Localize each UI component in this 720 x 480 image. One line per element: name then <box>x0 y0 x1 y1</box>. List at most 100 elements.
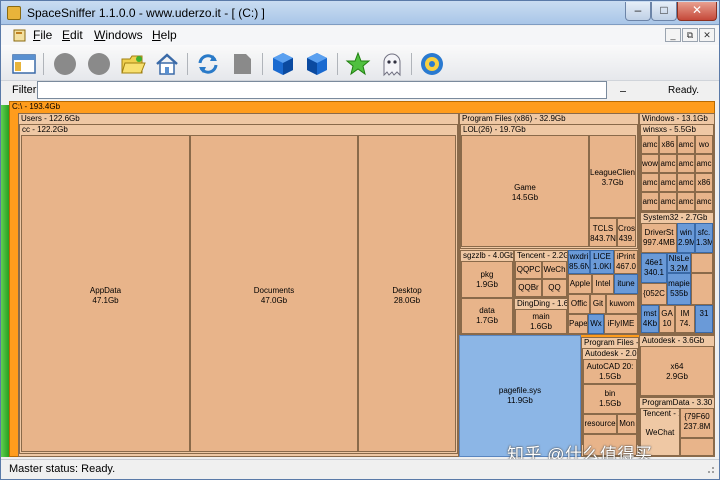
filter-input[interactable] <box>37 81 607 99</box>
settings-icon[interactable] <box>419 51 445 77</box>
winsxs-cell[interactable]: amc <box>659 154 677 173</box>
menu-help[interactable]: Help <box>152 28 177 42</box>
mon-name: Mon <box>619 419 635 428</box>
folder-pd-misc[interactable] <box>680 438 714 456</box>
file-sfc[interactable]: sfc. 1.3M <box>695 223 713 253</box>
folder-mon[interactable]: Mon <box>617 414 637 434</box>
winsxs-cell[interactable]: amc <box>641 135 659 154</box>
menu-file[interactable]: File <box>33 28 52 42</box>
winsxs-cell[interactable]: amc <box>677 192 695 211</box>
winsxs-cell[interactable]: amc <box>641 173 659 192</box>
file-pagefile[interactable]: pagefile.sys 11.9Gb <box>459 335 581 457</box>
menu-windows[interactable]: Windows <box>94 28 143 42</box>
back-icon[interactable] <box>52 51 78 77</box>
folder-main[interactable]: main 1.6Gb <box>515 309 567 334</box>
folder-apple[interactable]: Apple <box>568 274 592 294</box>
folder-s32-misc[interactable] <box>691 253 713 273</box>
document-icon[interactable] <box>229 51 255 77</box>
cube-outline-icon[interactable] <box>304 51 330 77</box>
winsxs-cell[interactable]: amc <box>659 173 677 192</box>
winsxs-cell[interactable]: x86 <box>695 173 713 192</box>
folder-intel[interactable]: Intel <box>592 274 614 294</box>
maximize-button[interactable]: □ <box>651 2 677 21</box>
winsxs-cell[interactable]: amc <box>677 154 695 173</box>
winsxs-cell-label: amc <box>678 159 694 168</box>
home-icon[interactable] <box>154 51 180 77</box>
folder-driverstore[interactable]: DriverSt 997.4MB <box>641 223 677 253</box>
winsxs-cell-label: amc <box>696 197 712 206</box>
forward-icon[interactable] <box>86 51 112 77</box>
folder-open-icon[interactable] <box>120 51 146 77</box>
folder-iflyime[interactable]: iFlyIME <box>604 314 638 334</box>
treemap-view[interactable]: C:\ - 193.4Gb Users - 122.6Gb cc - 122.2… <box>9 101 715 457</box>
pkg-size: 1.9Gb <box>476 280 498 289</box>
folder-itune[interactable]: itune <box>614 274 638 294</box>
folder-s32-misc-2[interactable] <box>691 273 713 305</box>
folder-bin[interactable]: bin 1.5Gb <box>583 384 637 414</box>
folder-data[interactable]: data 1.7Gb <box>461 298 513 334</box>
folder-appdata[interactable]: AppData 47.1Gb <box>21 135 190 452</box>
folder-autocad[interactable]: AutoCAD 20: 1.5Gb <box>583 359 637 384</box>
folder-office[interactable]: Offic <box>568 294 590 314</box>
new-view-icon[interactable] <box>11 51 37 77</box>
cube-icon[interactable] <box>270 51 296 77</box>
cc-label: cc - 122.2Gb <box>22 125 68 134</box>
winsxs-cell-label: wow <box>642 159 659 168</box>
file-win[interactable]: win 2.9M <box>677 223 695 253</box>
mdi-close-button[interactable]: ✕ <box>699 28 715 42</box>
folder-qq[interactable]: QQ <box>542 279 567 297</box>
file-mst[interactable]: mst 4Kb <box>641 305 659 333</box>
mdi-minimize-button[interactable]: _ <box>665 28 681 42</box>
folder-qqbr[interactable]: QQBr <box>515 279 542 297</box>
folder-ga[interactable]: GA 10 <box>659 305 675 333</box>
winsxs-cell[interactable]: amc <box>659 192 677 211</box>
winsxs-cell[interactable]: wo <box>695 135 713 154</box>
resize-grip-icon[interactable] <box>705 464 715 476</box>
refresh-icon[interactable] <box>195 51 221 77</box>
x64-name: x64 <box>670 362 684 371</box>
folder-wechat[interactable]: WeCh <box>542 261 567 279</box>
folder-46e1[interactable]: 46e1 340.1 <box>641 253 667 283</box>
winsxs-cell[interactable]: wow <box>641 154 659 173</box>
close-button[interactable]: ✕ <box>677 2 717 21</box>
folder-desktop[interactable]: Desktop 28.0Gb <box>358 135 456 452</box>
mdi-restore-button[interactable]: ⧉ <box>682 28 698 42</box>
folder-wxdr[interactable]: wxdri 85.6N <box>568 250 590 274</box>
file-31[interactable]: 31 <box>695 305 713 333</box>
dingding-label: DingDing - 1.6 <box>517 299 568 308</box>
system32-label: System32 - 2.7Gb <box>643 213 708 222</box>
ghost-icon[interactable] <box>379 51 405 77</box>
minimize-button[interactable]: – <box>625 2 651 21</box>
title-bar[interactable]: SpaceSniffer 1.1.0.0 - www.uderzo.it - [… <box>1 1 719 25</box>
winsxs-cell[interactable]: x86 <box>659 135 677 154</box>
winsxs-cell[interactable]: amc <box>641 192 659 211</box>
folder-documents[interactable]: Documents 47.0Gb <box>190 135 358 452</box>
winsxs-cell[interactable]: amc <box>677 135 695 154</box>
folder-x64[interactable]: x64 2.9Gb <box>640 346 714 396</box>
folder-wx[interactable]: Wx <box>588 314 604 334</box>
folder-resource[interactable]: resource <box>583 414 617 434</box>
folder-lice[interactable]: LICE 1.0Kl <box>590 250 614 274</box>
star-icon[interactable] <box>345 51 371 77</box>
folder-im[interactable]: IM 74. <box>675 305 695 333</box>
folder-qqpc[interactable]: QQPC <box>515 261 542 279</box>
winsxs-cell-label: amc <box>678 197 694 206</box>
folder-leagueclient[interactable]: LeagueClien 3.7Gb <box>589 135 636 218</box>
menu-edit[interactable]: Edit <box>62 28 83 42</box>
folder-game[interactable]: Game 14.5Gb <box>461 135 589 247</box>
file-mapie[interactable]: mapie 535b <box>667 273 691 305</box>
x64-size: 2.9Gb <box>666 372 688 381</box>
folder-0520[interactable]: {052C <box>641 283 667 305</box>
folder-pkg[interactable]: pkg 1.9Gb <box>461 261 513 298</box>
winsxs-cell[interactable]: amc <box>695 154 713 173</box>
winsxs-cell[interactable]: amc <box>677 173 695 192</box>
folder-paper[interactable]: Pape <box>568 314 588 334</box>
folder-git[interactable]: Git <box>590 294 606 314</box>
folder-tcls[interactable]: TCLS 843.7N <box>589 218 617 247</box>
folder-cros[interactable]: Cros 439. <box>617 218 636 247</box>
folder-79f6[interactable]: {79F60 237.8M <box>680 408 714 438</box>
folder-iprint[interactable]: iPrint 467.0 <box>614 250 638 274</box>
folder-kuwo[interactable]: kuwom <box>606 294 638 314</box>
file-nlsle[interactable]: NlsLe 3.2M <box>667 253 691 273</box>
winsxs-cell[interactable]: amc <box>695 192 713 211</box>
